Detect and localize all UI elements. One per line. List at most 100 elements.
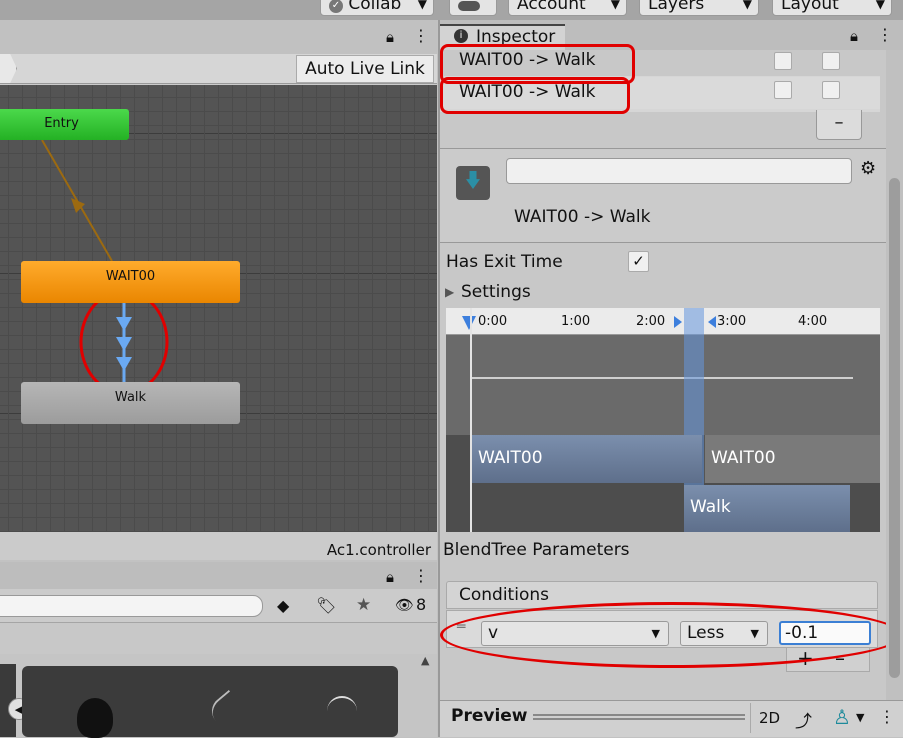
lock-icon[interactable]: 🔒︎ [850, 27, 858, 45]
auto-live-link-button[interactable]: Auto Live Link [296, 55, 434, 83]
animator-breadcrumb-bar: Auto Live Link [0, 54, 437, 84]
remove-transition-button[interactable]: – [816, 110, 862, 140]
playhead-marker-icon[interactable] [462, 316, 476, 330]
inspector-scrollbar[interactable] [886, 50, 903, 700]
chevron-down-icon: ▼ [610, 0, 620, 11]
top-toolbar: ✓ Collab ▼ Account ▼ Layers ▼ Layout ▼ [0, 0, 903, 20]
dest-state-label: Walk [690, 497, 731, 517]
settings-foldout[interactable]: Settings [461, 282, 531, 302]
animation-clip-icon[interactable] [205, 689, 249, 733]
tick-label: 4:00 [798, 314, 828, 329]
hidden-count: 8 [416, 595, 427, 614]
info-icon: i [454, 29, 468, 43]
tick-label: 3:00 [717, 314, 747, 329]
favorites-star-icon[interactable]: ★ [356, 595, 371, 615]
transition-header: ⚙ WAIT00 -> Walk [440, 148, 886, 242]
transition-name-input[interactable] [506, 158, 852, 184]
scroll-up-icon[interactable]: ▲ [421, 654, 429, 667]
preview-drag-handle[interactable] [533, 714, 745, 720]
project-search-input[interactable] [0, 595, 263, 617]
has-exit-time-label: Has Exit Time [446, 252, 563, 272]
tick-label: 0:00 [478, 314, 508, 329]
layers-dropdown[interactable]: Layers ▼ [639, 0, 759, 16]
layers-label: Layers [648, 0, 705, 14]
avatar-icon[interactable]: ♙ [833, 705, 851, 729]
transition-timeline[interactable]: 0:00 1:00 2:00 3:00 4:00 WAIT00 WAIT00 W… [446, 308, 880, 532]
tick-label: 2:00 [636, 314, 666, 329]
preview-bar: Preview 2D ⤴ ♙ ▼ ⋮ [440, 700, 903, 737]
transitions-list: WAIT00 -> Walk WAIT00 -> Walk [440, 44, 880, 114]
more-options-icon[interactable]: ⋮ [413, 26, 429, 45]
animation-clip-icon[interactable] [327, 696, 357, 726]
transition-start-marker-icon[interactable] [674, 316, 682, 328]
solo-checkbox[interactable] [822, 81, 840, 99]
project-panel: 🔒︎ ⋮ ◆ 🏷︎ ★ 👁︎ 8 ◀ ▲ [0, 562, 437, 738]
collab-button[interactable]: ✓ Collab ▼ [320, 0, 434, 16]
blendtree-parameters-label: BlendTree Parameters [443, 540, 630, 560]
preview-2d-button[interactable]: 2D [750, 703, 788, 733]
solo-checkbox[interactable] [822, 52, 840, 70]
divider [440, 242, 886, 243]
highlight-box [440, 77, 630, 114]
animator-panel: 🔒︎ ⋮ Auto Live Link Entry WAIT00 Walk Ac… [0, 20, 437, 560]
hidden-eye-icon[interactable]: 👁︎ [395, 596, 414, 614]
expand-triangle-icon[interactable]: ▶ [445, 285, 454, 299]
check-icon: ✓ [329, 0, 343, 13]
walk-state[interactable]: Walk [21, 382, 240, 424]
transition-arrow-icon [116, 337, 132, 351]
preview-label[interactable]: Preview [451, 706, 528, 726]
chevron-down-icon[interactable]: ▼ [856, 711, 864, 724]
controller-file-name: Ac1.controller [0, 532, 437, 560]
chevron-down-icon: ▼ [417, 0, 427, 11]
state-graph-canvas[interactable]: Entry WAIT00 Walk [0, 85, 437, 532]
wait00-state[interactable]: WAIT00 [21, 261, 240, 303]
filter-by-label-icon[interactable]: 🏷︎ [316, 596, 336, 615]
transition-arrow-icon [116, 317, 132, 331]
entry-state[interactable]: Entry [0, 109, 129, 140]
conditions-label: Conditions [459, 585, 549, 605]
more-options-icon[interactable]: ⋮ [879, 707, 895, 726]
cloud-icon [458, 1, 480, 11]
asset-thumbnails [22, 666, 398, 738]
timeline-ruler: 0:00 1:00 2:00 3:00 4:00 [446, 308, 880, 335]
asset-area: ◀ ▲ [0, 654, 437, 738]
layout-dropdown[interactable]: Layout ▼ [772, 0, 892, 16]
lock-icon[interactable]: 🔒︎ [386, 28, 394, 46]
transition-title: WAIT00 -> Walk [514, 207, 651, 227]
dest-state-bar: Walk [684, 485, 850, 532]
mute-checkbox[interactable] [774, 52, 792, 70]
mute-checkbox[interactable] [774, 81, 792, 99]
project-tab-bar: 🔒︎ ⋮ [0, 562, 437, 589]
blend-curve-area [446, 335, 880, 435]
cloud-button[interactable] [449, 0, 497, 16]
playhead-line [470, 308, 472, 532]
head-model-icon[interactable] [77, 698, 113, 738]
layout-label: Layout [781, 0, 839, 14]
source-state-label: WAIT00 [478, 448, 543, 468]
more-options-icon[interactable]: ⋮ [877, 25, 893, 44]
chevron-down-icon: ▼ [875, 0, 885, 11]
transition-lines [41, 139, 169, 395]
has-exit-time-checkbox[interactable]: ✓ [628, 251, 649, 272]
lock-icon[interactable]: 🔒︎ [386, 568, 394, 586]
more-options-icon[interactable]: ⋮ [413, 566, 429, 585]
source-state-repeat-bar: WAIT00 [704, 435, 880, 483]
account-label: Account [517, 0, 586, 14]
transition-icon [456, 166, 490, 200]
source-state-bar: WAIT00 [472, 435, 702, 483]
highlight-ellipse [440, 602, 903, 668]
transition-arrow-icon [116, 357, 132, 371]
collab-label: Collab [348, 0, 402, 14]
account-dropdown[interactable]: Account ▼ [508, 0, 627, 16]
curve-line [470, 377, 853, 379]
chevron-down-icon: ▼ [742, 0, 752, 11]
transition-end-marker-icon[interactable] [708, 316, 716, 328]
breadcrumb-layer[interactable] [0, 54, 17, 83]
filter-by-type-icon[interactable]: ◆ [277, 596, 289, 615]
project-toolbar: ◆ 🏷︎ ★ 👁︎ 8 [0, 589, 437, 623]
pivot-axis-icon[interactable]: ⤴ [795, 707, 812, 732]
scrollbar-thumb[interactable] [889, 178, 900, 678]
tick-label: 1:00 [561, 314, 591, 329]
animator-tab-bar: 🔒︎ ⋮ [0, 20, 437, 54]
gear-icon[interactable]: ⚙ [860, 158, 876, 179]
